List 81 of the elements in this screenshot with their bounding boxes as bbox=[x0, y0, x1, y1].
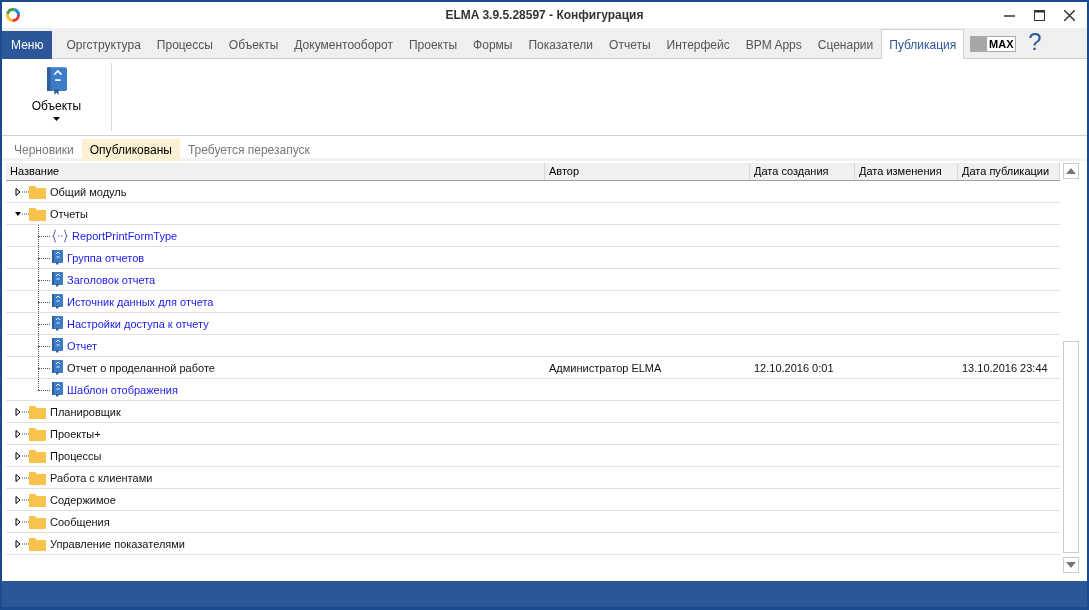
folder-icon bbox=[29, 492, 46, 507]
expand-toggle-icon[interactable] bbox=[15, 539, 29, 548]
folder-icon bbox=[29, 404, 46, 419]
filter-tab[interactable]: Требуется перезапуск bbox=[179, 139, 318, 161]
close-icon bbox=[1063, 9, 1075, 21]
objects-ribbon-button[interactable]: Объекты bbox=[2, 63, 112, 131]
tree-item-label[interactable]: Заголовок отчета bbox=[67, 273, 156, 286]
book-icon bbox=[46, 67, 67, 95]
expand-toggle-icon[interactable] bbox=[15, 407, 29, 416]
book-icon bbox=[52, 250, 63, 265]
tree-item-label[interactable]: Настройки доступа к отчету bbox=[67, 317, 209, 330]
tree-item-label[interactable]: Источник данных для отчета bbox=[67, 295, 214, 308]
nav-tab[interactable]: Показатели bbox=[520, 29, 602, 59]
filter-tab[interactable]: Черновики bbox=[6, 139, 82, 161]
book-icon bbox=[52, 272, 63, 287]
column-header[interactable]: Название bbox=[6, 163, 545, 180]
tree-item-label[interactable]: ReportPrintFormType bbox=[72, 229, 178, 242]
tree-item-label[interactable]: Общий модуль bbox=[50, 185, 127, 198]
tree-item-label[interactable]: Группа отчетов bbox=[67, 251, 145, 264]
app-logo-icon bbox=[5, 7, 21, 23]
up-arrow-icon bbox=[1066, 168, 1076, 174]
folder-icon bbox=[29, 536, 46, 551]
date-cell-text: 12.10.2016 0:01 bbox=[753, 361, 835, 374]
scroll-down-button[interactable] bbox=[1063, 557, 1079, 573]
column-header[interactable]: Дата создания bbox=[750, 163, 855, 180]
book-icon bbox=[52, 382, 63, 397]
help-button[interactable]: ? bbox=[1024, 28, 1046, 56]
expand-toggle-icon[interactable] bbox=[15, 429, 29, 438]
expand-toggle-icon[interactable] bbox=[15, 517, 29, 526]
menu-button[interactable]: Меню bbox=[2, 31, 53, 59]
nav-tab[interactable]: Интерфейс bbox=[658, 29, 738, 59]
nav-tab[interactable]: Отчеты bbox=[601, 29, 659, 59]
column-header[interactable]: Дата публикации bbox=[958, 163, 1060, 180]
tree-item-label[interactable]: Отчет о проделанной работе bbox=[67, 361, 215, 374]
book-icon bbox=[52, 360, 63, 375]
author-cell-text: Администратор ELMA bbox=[548, 361, 663, 374]
scrollbar-thumb[interactable] bbox=[1063, 341, 1079, 553]
maximize-icon bbox=[1033, 9, 1045, 21]
expand-toggle-icon[interactable] bbox=[15, 451, 29, 460]
nav-tab[interactable]: Проекты bbox=[400, 29, 466, 59]
down-arrow-icon bbox=[1066, 562, 1076, 568]
folder-icon bbox=[29, 426, 46, 441]
folder-icon bbox=[29, 184, 46, 199]
window-title: ELMA 3.9.5.28597 - Конфигурация bbox=[445, 8, 644, 22]
braces-icon bbox=[52, 228, 68, 243]
nav-tab[interactable]: BPM Apps bbox=[737, 29, 810, 59]
folder-icon bbox=[29, 514, 46, 529]
caret-icon bbox=[53, 117, 60, 121]
expand-toggle-icon[interactable] bbox=[15, 495, 29, 504]
nav-tab[interactable]: Формы bbox=[465, 29, 521, 59]
tree-item-label[interactable]: Содержимое bbox=[50, 493, 116, 506]
book-icon bbox=[52, 316, 63, 331]
nav-tab[interactable]: Документооборот bbox=[286, 29, 401, 59]
expand-toggle-icon[interactable] bbox=[15, 209, 29, 218]
max-toggle[interactable]: MAX bbox=[970, 36, 1017, 52]
nav-tab[interactable]: Процессы bbox=[148, 29, 221, 59]
nav-tab[interactable]: Оргструктура bbox=[58, 29, 149, 59]
tree-item-label[interactable]: Процессы bbox=[50, 449, 102, 462]
column-header[interactable]: Автор bbox=[545, 163, 750, 180]
nav-tab[interactable]: Публикация bbox=[881, 29, 965, 59]
nav-tab[interactable]: Сценарии bbox=[809, 29, 882, 59]
folder-icon bbox=[29, 206, 46, 221]
folder-icon bbox=[29, 470, 46, 485]
expand-toggle-icon[interactable] bbox=[15, 473, 29, 482]
tree-item-label[interactable]: Работа с клиентами bbox=[50, 471, 153, 484]
tree-item-label[interactable]: Управление показателями bbox=[50, 537, 185, 550]
tree-item-label[interactable]: Сообщения bbox=[50, 515, 110, 528]
scroll-up-button[interactable] bbox=[1063, 163, 1079, 179]
tree-item-label[interactable]: Отчеты bbox=[50, 207, 89, 220]
tree-item-label[interactable]: Планировщик bbox=[50, 405, 121, 418]
column-header[interactable]: Дата изменения bbox=[855, 163, 958, 180]
book-icon bbox=[52, 294, 63, 309]
expand-toggle-icon[interactable] bbox=[15, 187, 29, 196]
filter-tab[interactable]: Опубликованы bbox=[81, 139, 180, 161]
tree-item-label[interactable]: Отчет bbox=[67, 339, 98, 352]
folder-icon bbox=[29, 448, 46, 463]
date-cell-text: 13.10.2016 23:44 bbox=[961, 361, 1049, 374]
book-icon bbox=[52, 338, 63, 353]
nav-tab[interactable]: Объекты bbox=[220, 29, 287, 59]
tree-item-label[interactable]: Проекты+ bbox=[50, 427, 101, 440]
tree-item-label[interactable]: Шаблон отображения bbox=[67, 383, 178, 396]
